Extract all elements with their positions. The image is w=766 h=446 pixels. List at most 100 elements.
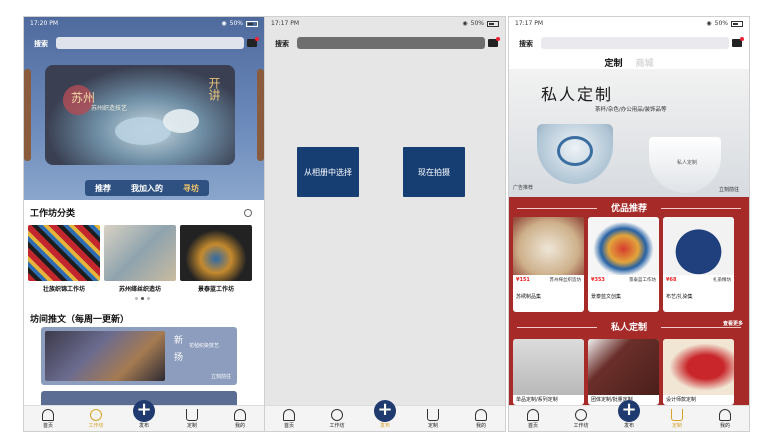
nav-home[interactable]: 首页	[513, 409, 553, 429]
product-price: ¥68	[666, 277, 677, 283]
nav-mine[interactable]: 我的	[705, 409, 745, 429]
nav-custom[interactable]: 定制	[657, 409, 697, 429]
banner-prev-peek[interactable]	[24, 69, 31, 161]
nav-custom[interactable]: 定制	[172, 409, 212, 429]
nav-publish[interactable]: + 发布	[124, 400, 164, 429]
nav-label: 首页	[283, 423, 294, 429]
workshop-card-zhuang[interactable]	[28, 225, 100, 281]
wifi-icon: ◉	[221, 20, 227, 27]
workshop-icon	[90, 409, 102, 421]
nav-label: 我的	[719, 423, 730, 429]
custom-card[interactable]: 团体定制/批量定制	[588, 339, 659, 405]
battery-text: 50%	[229, 20, 243, 27]
nav-workshop[interactable]: 工作坊	[561, 409, 601, 429]
workshop-card-cloisonne[interactable]	[180, 225, 252, 281]
nav-label: 发布	[379, 423, 390, 429]
wifi-icon: ◉	[706, 20, 712, 27]
nav-workshop[interactable]: 工作坊	[76, 409, 116, 429]
article-text: 花毡织染技艺	[189, 343, 220, 349]
search-input[interactable]	[297, 37, 485, 49]
status-time: 17:20 PM	[30, 20, 58, 27]
search-row: 搜索	[265, 37, 505, 51]
user-icon	[475, 409, 487, 421]
custom-name: 单品定制/系列定制	[516, 397, 558, 403]
choose-from-album-button[interactable]: 从相册中选择	[297, 147, 359, 197]
home-icon	[283, 409, 295, 421]
plus-icon: +	[618, 400, 640, 422]
nav-workshop[interactable]: 工作坊	[317, 409, 357, 429]
product-shop: 扎染精坊	[713, 278, 731, 283]
nav-label: 定制	[427, 423, 438, 429]
workshop-card-kesi[interactable]	[104, 225, 176, 281]
product-image	[588, 217, 659, 275]
message-icon[interactable]	[247, 37, 259, 47]
tab-recommend[interactable]: 推荐	[95, 183, 111, 194]
article-card[interactable]: 新扬 花毡织染技艺 立刻前往	[41, 327, 237, 385]
tab-find-workshop[interactable]: 寻坊	[183, 183, 199, 194]
banner-next-peek[interactable]	[257, 69, 264, 161]
product-image	[513, 217, 584, 275]
status-time: 17:17 PM	[515, 20, 543, 27]
nav-publish[interactable]: + 发布	[365, 400, 405, 429]
custom-card[interactable]: 单品定制/系列定制	[513, 339, 584, 405]
product-name: 布艺/扎染集	[666, 294, 693, 300]
search-label: 搜索	[519, 40, 533, 48]
articles-title: 坊间推文（每周一更新）	[30, 315, 130, 325]
search-row: 搜索	[509, 37, 749, 51]
battery-icon	[246, 20, 258, 27]
banner-title: 私人定制	[541, 85, 614, 104]
battery-icon	[731, 20, 743, 27]
featured-title: 优品推荐	[509, 201, 749, 215]
banner-carousel[interactable]: 苏州 苏州织造技艺 开讲	[45, 65, 235, 165]
screen-publish: 17:17 PM ◉ 50% 搜索 从相册中选择 现在拍摄 首页 工作坊 + 发布 …	[264, 16, 506, 432]
tab-joined[interactable]: 我加入的	[131, 183, 163, 194]
shoot-now-button[interactable]: 现在拍摄	[403, 147, 465, 197]
article-go-link[interactable]: 立刻前往	[211, 373, 231, 380]
workshop-label: 壮族织锦工作坊	[42, 286, 85, 293]
screen-custom: 17:17 PM ◉ 50% 搜索 定制 商城 私人定制 茶杯/杂色/办公用品/装…	[508, 16, 750, 432]
search-icon[interactable]	[244, 209, 252, 217]
nav-label: 工作坊	[329, 423, 345, 429]
nav-publish[interactable]: + 发布	[609, 400, 649, 429]
private-custom-title: 私人定制	[509, 320, 749, 334]
search-input[interactable]	[541, 37, 729, 49]
custom-banner[interactable]: 私人定制 茶杯/杂色/办公用品/装饰品等 私人定制 广告推荐 立刻前往	[509, 69, 749, 197]
cart-icon	[186, 409, 198, 421]
banner-go-link[interactable]: 立刻前往	[719, 186, 739, 193]
custom-image	[663, 339, 734, 395]
nav-label: 发布	[138, 423, 149, 429]
workshop-icon	[575, 409, 587, 421]
plus-icon: +	[374, 400, 396, 422]
tab-mall[interactable]: 商城	[636, 59, 654, 69]
tab-custom[interactable]: 定制	[604, 59, 622, 69]
nav-mine[interactable]: 我的	[220, 409, 260, 429]
product-name: 景泰蓝文创集	[591, 294, 622, 300]
battery-text: 50%	[714, 20, 728, 27]
white-bowl-image: 私人定制	[649, 137, 721, 193]
search-input[interactable]	[56, 37, 244, 49]
nav-label: 工作坊	[88, 423, 104, 429]
nav-mine[interactable]: 我的	[461, 409, 501, 429]
nav-home[interactable]: 首页	[28, 409, 68, 429]
nav-label: 首页	[42, 423, 53, 429]
product-price: ¥151	[516, 277, 530, 283]
product-card[interactable]: ¥68 扎染精坊 布艺/扎染集	[663, 217, 734, 312]
product-card[interactable]: ¥151 苏州缂丝织造坊 苏绣制品集	[513, 217, 584, 312]
banner-subtitle: 苏州织造技艺	[91, 105, 128, 112]
nav-label: 我的	[475, 423, 486, 429]
message-icon[interactable]	[732, 37, 744, 47]
product-shop: 苏州缂丝织造坊	[549, 278, 582, 283]
nav-home[interactable]: 首页	[269, 409, 309, 429]
nav-label: 定制	[671, 423, 682, 429]
custom-image	[513, 339, 584, 395]
custom-card[interactable]: 设计师款定制	[663, 339, 734, 405]
status-bar: 17:17 PM ◉ 50%	[265, 17, 505, 31]
search-label: 搜索	[34, 40, 48, 48]
message-icon[interactable]	[488, 37, 500, 47]
product-card[interactable]: ¥353 景泰蓝工作坊 景泰蓝文创集	[588, 217, 659, 312]
battery-text: 50%	[470, 20, 484, 27]
nav-label: 我的	[234, 423, 245, 429]
ad-label: 广告推荐	[513, 185, 534, 191]
home-icon	[527, 409, 539, 421]
nav-custom[interactable]: 定制	[413, 409, 453, 429]
